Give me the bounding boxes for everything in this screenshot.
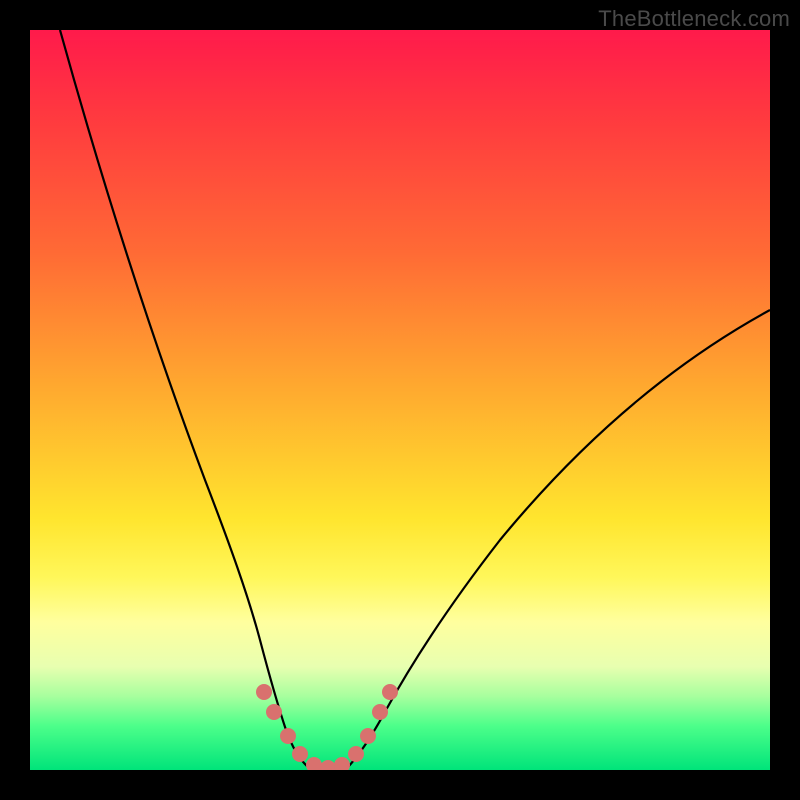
marker-dot — [320, 760, 336, 770]
plot-area — [30, 30, 770, 770]
chart-svg — [30, 30, 770, 770]
watermark-text: TheBottleneck.com — [598, 6, 790, 32]
left-branch-curve — [60, 30, 308, 767]
marker-dot — [382, 684, 398, 700]
marker-dot — [256, 684, 272, 700]
marker-dot — [266, 704, 282, 720]
marker-dot — [306, 757, 322, 770]
marker-dot — [334, 757, 350, 770]
right-branch-curve — [348, 310, 770, 767]
marker-dot — [348, 746, 364, 762]
outer-frame: TheBottleneck.com — [0, 0, 800, 800]
marker-dot — [280, 728, 296, 744]
marker-dot — [360, 728, 376, 744]
marker-dot — [292, 746, 308, 762]
marker-dot — [372, 704, 388, 720]
